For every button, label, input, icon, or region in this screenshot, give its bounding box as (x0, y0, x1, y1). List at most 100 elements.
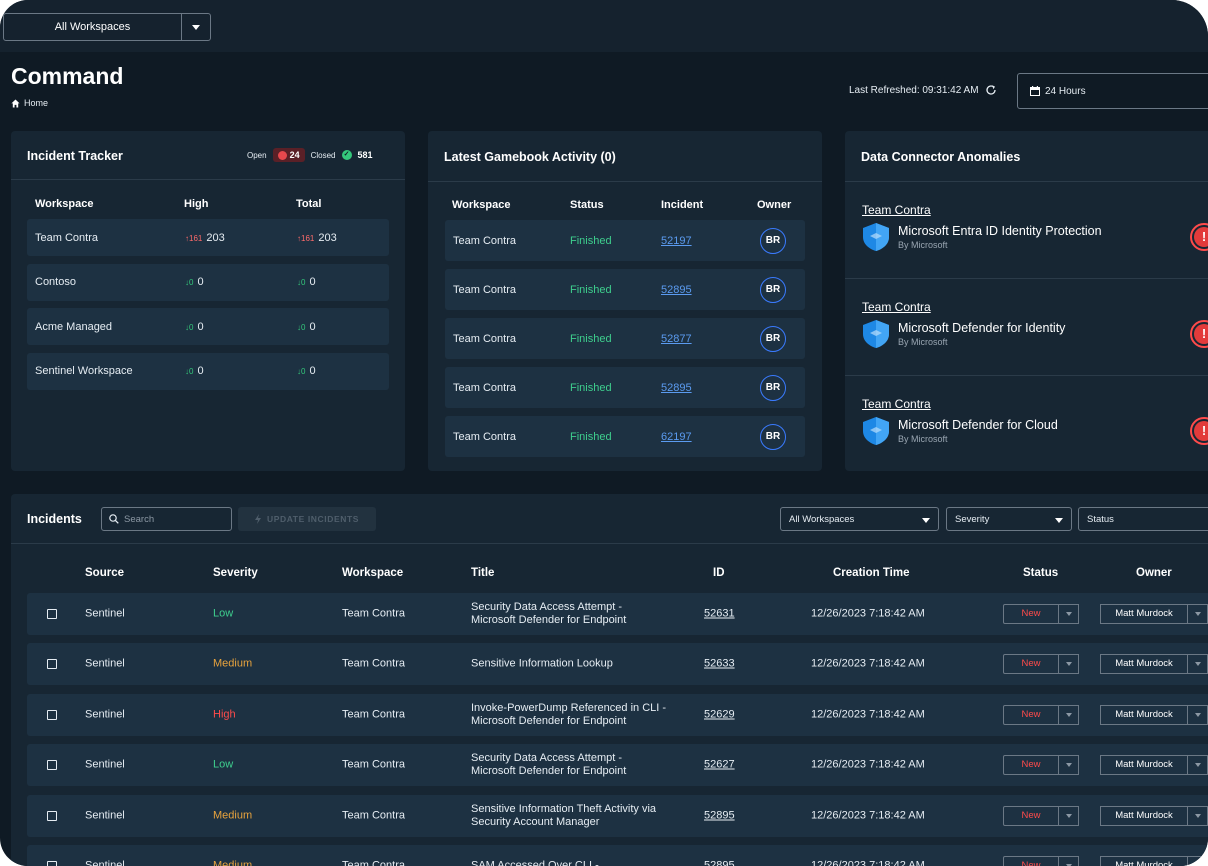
row-checkbox[interactable] (47, 709, 57, 720)
tracker-row[interactable]: Team Contra ↑161 203 ↑161 203 (27, 219, 389, 256)
delta-value: 0 (189, 367, 194, 376)
chevron-down-icon[interactable] (1059, 755, 1079, 776)
chevron-down-icon[interactable] (1188, 604, 1208, 624)
incident-id-link[interactable]: 52631 (704, 608, 735, 621)
checkbox-icon[interactable] (47, 709, 57, 720)
owner-dropdown[interactable]: Matt Murdock (1100, 704, 1208, 725)
update-incidents-button[interactable]: UPDATE INCIDENTS (238, 507, 376, 531)
incidents-title: Incidents (27, 512, 82, 526)
anomaly-team-link[interactable]: Team Contra (862, 300, 931, 314)
row-checkbox[interactable] (47, 861, 57, 866)
incident-link[interactable]: 62197 (661, 431, 692, 443)
anomaly-team-link[interactable]: Team Contra (862, 203, 931, 217)
incident-link[interactable]: 52197 (661, 235, 692, 247)
owner-dropdown[interactable]: Matt Murdock (1100, 654, 1208, 675)
owner-dropdown[interactable]: Matt Murdock (1100, 856, 1208, 866)
table-row[interactable]: Sentinel Medium Team Contra SAM Accessed Ov… (27, 845, 1208, 866)
chevron-down-icon[interactable] (1059, 654, 1079, 675)
open-label: Open (247, 150, 267, 160)
status-dropdown[interactable]: New (1003, 604, 1079, 624)
owner-avatar[interactable]: BR (760, 423, 786, 450)
chevron-down-icon[interactable] (1188, 805, 1208, 826)
owner-avatar[interactable]: BR (760, 374, 786, 401)
chevron-down-icon[interactable] (1188, 654, 1208, 675)
incident-id-link[interactable]: 52627 (704, 759, 735, 772)
row-checkbox[interactable] (47, 810, 57, 821)
severity-filter[interactable]: Severity (946, 507, 1072, 531)
table-row[interactable]: Sentinel Low Team Contra Security Data Acce… (27, 744, 1208, 787)
owner-dropdown[interactable]: Matt Murdock (1100, 604, 1208, 624)
owner-avatar[interactable]: BR (760, 276, 786, 303)
row-checkbox[interactable] (47, 609, 57, 619)
owner-avatar[interactable]: BR (760, 227, 786, 254)
time-range-button[interactable]: 24 Hours (1017, 73, 1208, 109)
chevron-down-icon[interactable] (1059, 856, 1079, 866)
column-header[interactable]: Status (1023, 567, 1058, 579)
status-dropdown[interactable]: New (1003, 805, 1079, 826)
workspace-filter[interactable]: All Workspaces (780, 507, 939, 531)
status-dropdown[interactable]: New (1003, 654, 1079, 675)
workspace-select[interactable]: All Workspaces (3, 13, 211, 41)
checkbox-icon[interactable] (47, 810, 57, 821)
chevron-down-icon[interactable] (1188, 856, 1208, 866)
table-row[interactable]: Sentinel High Team Contra Invoke-PowerDump … (27, 693, 1208, 736)
column-header[interactable]: Severity (213, 567, 258, 579)
status-dropdown[interactable]: New (1003, 755, 1079, 776)
status-dropdown[interactable]: New (1003, 856, 1079, 866)
checkbox-icon[interactable] (47, 760, 57, 771)
open-count-badge[interactable]: 24 (272, 148, 305, 162)
owner-dropdown[interactable]: Matt Murdock (1100, 805, 1208, 826)
chevron-down-icon[interactable] (1059, 604, 1079, 624)
gamebook-row[interactable]: Team Contra Finished 62197 BR (445, 416, 805, 457)
status-dropdown[interactable]: New (1003, 704, 1079, 725)
breadcrumb[interactable]: Home (11, 98, 48, 108)
open-closed-counter: Open 24 Closed ✓ 581 (247, 148, 373, 162)
alert-icon[interactable]: ! (1190, 320, 1208, 348)
checkbox-icon[interactable] (47, 609, 57, 619)
chevron-down-icon[interactable] (181, 14, 210, 40)
incident-id-link[interactable]: 52895 (704, 860, 735, 866)
chevron-down-icon[interactable] (1188, 755, 1208, 776)
owner-dropdown[interactable]: Matt Murdock (1100, 755, 1208, 776)
row-checkbox[interactable] (47, 659, 57, 670)
chevron-down-icon (1055, 518, 1063, 523)
owner-avatar[interactable]: BR (760, 325, 786, 352)
gamebook-row[interactable]: Team Contra Finished 52877 BR (445, 318, 805, 359)
status-filter[interactable]: Status (1078, 507, 1208, 531)
table-row[interactable]: Sentinel Medium Team Contra Sensitive Infor… (27, 794, 1208, 837)
chevron-down-icon (1194, 662, 1201, 667)
delta-value: 161 (301, 233, 315, 243)
incident-id-link[interactable]: 52629 (704, 708, 735, 721)
anomaly-team-link[interactable]: Team Contra (862, 397, 931, 411)
incident-link[interactable]: 52877 (661, 333, 692, 345)
incident-link[interactable]: 52895 (661, 284, 692, 296)
table-row[interactable]: Sentinel Medium Team Contra Sensitive Infor… (27, 643, 1208, 686)
tracker-row[interactable]: Acme Managed ↓0 0 ↓0 0 (27, 308, 389, 345)
search-input[interactable]: Search (101, 507, 232, 531)
chevron-down-icon[interactable] (1059, 704, 1079, 725)
tracker-row[interactable]: Contoso ↓0 0 ↓0 0 (27, 263, 389, 301)
chevron-down-icon[interactable] (1188, 704, 1208, 725)
tracker-row[interactable]: Sentinel Workspace ↓0 0 ↓0 0 (27, 352, 389, 390)
column-header[interactable]: Title (471, 567, 494, 579)
column-header[interactable]: Source (85, 567, 124, 579)
refresh-icon[interactable] (985, 84, 997, 96)
checkbox-icon[interactable] (47, 861, 57, 866)
alert-icon[interactable]: ! (1190, 223, 1208, 251)
breadcrumb-home[interactable]: Home (24, 98, 48, 108)
gamebook-row[interactable]: Team Contra Finished 52197 BR (445, 220, 805, 261)
incident-id-link[interactable]: 52895 (704, 809, 735, 822)
column-header[interactable]: Creation Time (833, 567, 909, 579)
gamebook-row[interactable]: Team Contra Finished 52895 BR (445, 269, 805, 310)
column-header[interactable]: Workspace (342, 567, 403, 579)
chevron-down-icon[interactable] (1059, 805, 1079, 826)
table-row[interactable]: Sentinel Low Team Contra Security Data Acce… (27, 593, 1208, 635)
row-checkbox[interactable] (47, 760, 57, 771)
column-header[interactable]: ID (713, 567, 725, 579)
alert-icon[interactable]: ! (1190, 417, 1208, 445)
incident-link[interactable]: 52895 (661, 382, 692, 394)
incident-id-link[interactable]: 52633 (704, 658, 735, 671)
column-header[interactable]: Owner (1136, 567, 1172, 579)
gamebook-row[interactable]: Team Contra Finished 52895 BR (445, 367, 805, 408)
checkbox-icon[interactable] (47, 659, 57, 670)
